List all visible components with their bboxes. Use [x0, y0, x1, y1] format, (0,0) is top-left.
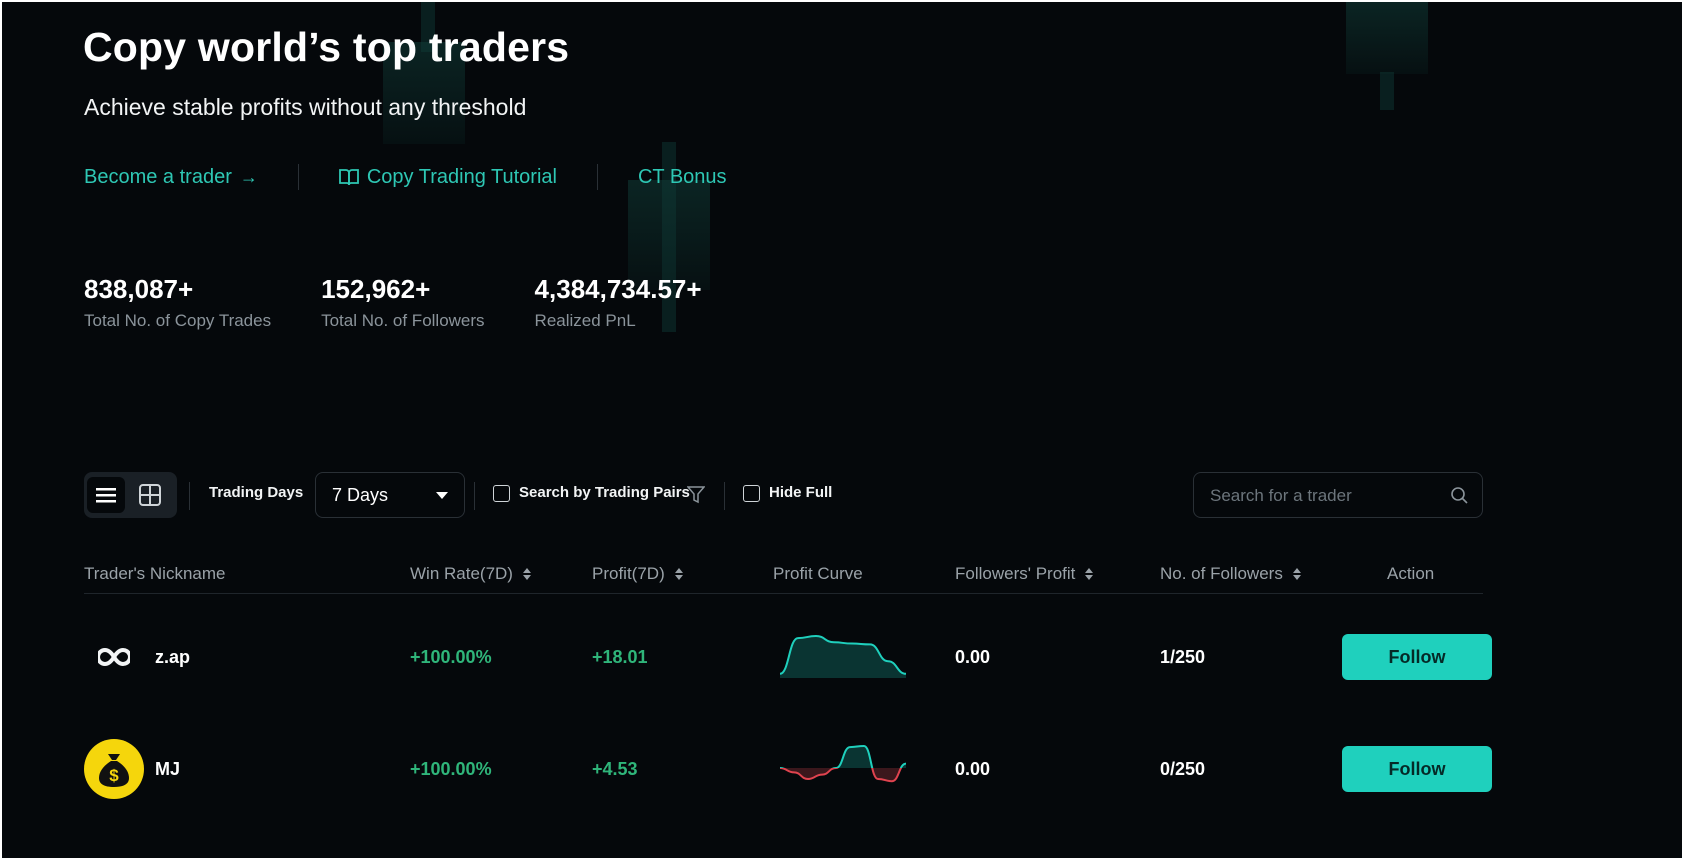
stat-followers: 152,962+ Total No. of Followers [321, 274, 484, 331]
grid-icon [139, 484, 161, 506]
stat-value: 4,384,734.57+ [534, 274, 702, 304]
divider [189, 482, 190, 510]
list-icon [96, 488, 116, 503]
stat-label: Realized PnL [534, 311, 636, 330]
header-action: Action [1387, 554, 1434, 594]
followers-count: 0/250 [1160, 758, 1206, 779]
profit-curve-chart [779, 634, 907, 678]
book-icon [338, 169, 359, 186]
header-followers[interactable]: No. of Followers [1160, 554, 1301, 594]
arrow-right-icon: → [239, 166, 258, 187]
divider [724, 482, 725, 510]
become-trader-link[interactable]: Become a trader → [84, 166, 258, 189]
divider [297, 164, 299, 190]
stat-realized-pnl: 4,384,734.57+ Realized PnL [535, 274, 702, 331]
sort-icon[interactable] [1085, 568, 1094, 580]
stats-section: 838,087+ Total No. of Copy Trades 152,96… [84, 274, 702, 331]
table-row[interactable]: z.ap +100.00% +18.01 0.00 1/250 Follow [84, 622, 1584, 692]
followers-count: 1/250 [1160, 646, 1206, 667]
stat-copy-trades: 838,087+ Total No. of Copy Trades [84, 274, 271, 331]
header-win-rate[interactable]: Win Rate(7D) [410, 554, 531, 594]
follow-button[interactable]: Follow [1342, 746, 1492, 792]
hide-full-checkbox[interactable] [743, 485, 760, 502]
decorative-candle-wick [1380, 72, 1394, 110]
header-profit-curve: Profit Curve [773, 554, 863, 594]
divider [474, 482, 475, 510]
header-label: Followers' Profit [955, 564, 1076, 583]
header-label: Profit Curve [773, 564, 863, 583]
avatar [84, 627, 144, 687]
filter-toolbar: Trading Days 7 Days Search by Trading Pa… [84, 472, 1584, 518]
view-toggle [84, 472, 177, 518]
avatar: $ [84, 739, 144, 799]
svg-text:$: $ [109, 766, 119, 785]
page-title: Copy world’s top traders [83, 24, 570, 70]
followers-profit: 0.00 [955, 758, 991, 779]
stat-value: 838,087+ [84, 274, 194, 304]
header-label: Profit(7D) [592, 564, 665, 583]
sort-icon[interactable] [522, 568, 531, 580]
page-subtitle: Achieve stable profits without any thres… [84, 94, 527, 120]
trader-search-input[interactable] [1210, 484, 1450, 508]
become-trader-label: Become a trader [84, 165, 232, 188]
hide-full-label[interactable]: Hide Full [769, 484, 832, 501]
infinity-icon [98, 648, 130, 666]
search-pairs-label[interactable]: Search by Trading Pairs [519, 484, 690, 501]
tutorial-link[interactable]: Copy Trading Tutorial [338, 165, 557, 189]
ct-bonus-link[interactable]: CT Bonus [638, 166, 727, 189]
search-pairs-checkbox[interactable] [493, 485, 510, 502]
table-header: Trader's Nickname Win Rate(7D) Profit(7D… [84, 554, 1483, 594]
trading-days-label: Trading Days [209, 484, 304, 501]
trader-search-box[interactable] [1193, 472, 1483, 518]
header-profit[interactable]: Profit(7D) [592, 554, 683, 594]
grid-view-button[interactable] [131, 477, 169, 513]
tutorial-label: Copy Trading Tutorial [366, 165, 557, 188]
follow-button[interactable]: Follow [1342, 634, 1492, 680]
profit: +18.01 [592, 646, 648, 667]
profit: +4.53 [592, 758, 638, 779]
chevron-down-icon [436, 491, 448, 499]
sort-icon[interactable] [1292, 568, 1301, 580]
stat-label: Total No. of Copy Trades [84, 311, 272, 330]
search-icon[interactable] [1450, 486, 1468, 504]
header-nickname: Trader's Nickname [84, 554, 226, 594]
copy-trading-page: Copy world’s top traders Achieve stable … [2, 2, 1682, 858]
trader-nickname[interactable]: MJ [155, 734, 180, 804]
win-rate: +100.00% [410, 646, 492, 667]
stat-value: 152,962+ [321, 274, 431, 304]
win-rate: +100.00% [410, 758, 492, 779]
header-label: Win Rate(7D) [410, 564, 513, 583]
header-label: Trader's Nickname [84, 564, 226, 583]
filter-icon[interactable] [687, 486, 705, 504]
header-followers-profit[interactable]: Followers' Profit [955, 554, 1094, 594]
trader-nickname[interactable]: z.ap [155, 622, 190, 692]
ct-bonus-label: CT Bonus [637, 165, 727, 188]
hero-links: Become a trader → Copy Trading Tutorial … [84, 162, 727, 192]
profit-curve-chart [779, 744, 907, 783]
table-row[interactable]: $ MJ +100.00% +4.53 0.00 0/250 Follow [84, 734, 1584, 804]
divider [596, 164, 598, 190]
sort-icon[interactable] [674, 568, 683, 580]
money-bag-icon: $ [99, 754, 129, 787]
followers-profit: 0.00 [955, 646, 991, 667]
header-label: No. of Followers [1160, 564, 1283, 583]
stat-label: Total No. of Followers [321, 311, 485, 330]
list-view-button[interactable] [87, 477, 125, 513]
decorative-candle [1346, 2, 1428, 74]
trading-days-value: 7 Days [332, 484, 389, 505]
trading-days-select[interactable]: 7 Days [315, 472, 465, 518]
header-label: Action [1387, 564, 1435, 583]
